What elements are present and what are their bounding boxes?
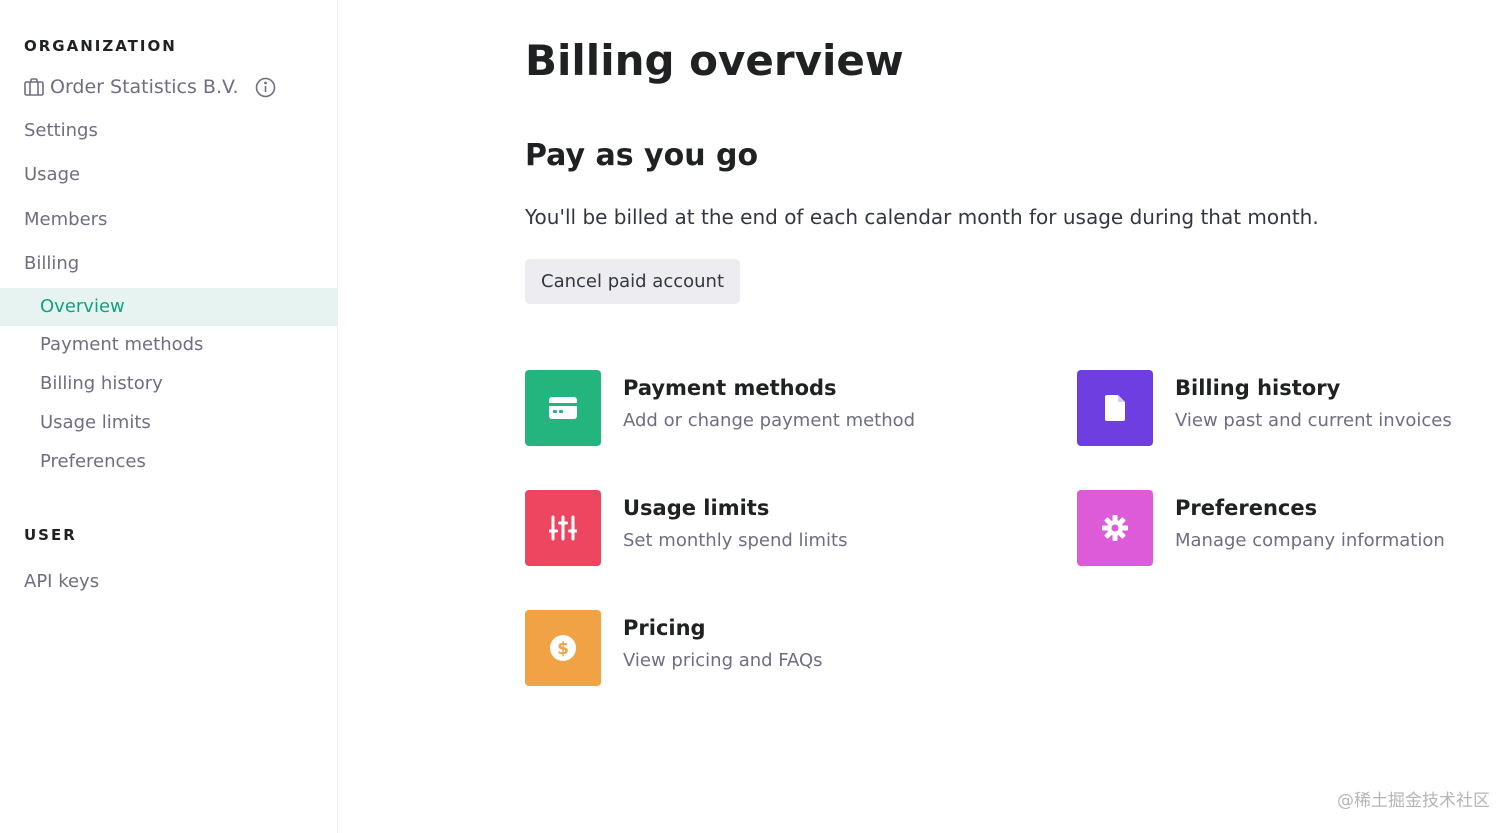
card-pricing[interactable]: $ Pricing View pricing and FAQs [525, 610, 823, 686]
organization-selector[interactable]: Order Statistics B.V. [24, 76, 276, 98]
card-preferences-title: Preferences [1175, 496, 1318, 520]
card-pricing-title: Pricing [623, 616, 706, 640]
card-payment-methods[interactable]: Payment methods Add or change payment me… [525, 370, 915, 446]
sidebar-subitem-payment-methods[interactable]: Payment methods [40, 334, 203, 355]
info-icon[interactable] [255, 77, 276, 98]
cancel-paid-account-button[interactable]: Cancel paid account [525, 259, 741, 304]
card-pricing-subtitle: View pricing and FAQs [623, 650, 823, 671]
card-payment-methods-subtitle: Add or change payment method [623, 410, 916, 431]
document-icon [1077, 370, 1153, 446]
card-usage-limits-subtitle: Set monthly spend limits [623, 530, 848, 551]
card-preferences[interactable]: Preferences Manage company information [1077, 490, 1445, 566]
svg-text:$: $ [557, 639, 569, 659]
user-heading: USER [24, 526, 77, 544]
credit-card-icon [525, 370, 601, 446]
sidebar-item-members[interactable]: Members [24, 209, 107, 230]
sidebar-subitem-overview-label: Overview [40, 296, 125, 317]
gear-icon [1077, 490, 1153, 566]
card-billing-history-title: Billing history [1175, 376, 1341, 400]
plan-description: You'll be billed at the end of each cale… [525, 205, 1319, 229]
sidebar: ORGANIZATION Order Statistics B.V. Setti… [0, 0, 338, 833]
card-billing-history-subtitle: View past and current invoices [1175, 410, 1452, 431]
sidebar-subitem-usage-limits[interactable]: Usage limits [40, 412, 151, 433]
sidebar-item-settings[interactable]: Settings [24, 120, 98, 141]
plan-title: Pay as you go [525, 138, 759, 173]
sidebar-item-billing[interactable]: Billing [24, 253, 79, 274]
sidebar-item-usage[interactable]: Usage [24, 164, 80, 185]
sidebar-item-api-keys[interactable]: API keys [24, 571, 99, 592]
card-billing-history[interactable]: Billing history View past and current in… [1077, 370, 1452, 446]
sidebar-subitem-overview[interactable]: Overview [0, 288, 338, 326]
dollar-icon: $ [525, 610, 601, 686]
organization-heading: ORGANIZATION [24, 37, 177, 55]
sidebar-subitem-billing-history[interactable]: Billing history [40, 373, 163, 394]
card-payment-methods-title: Payment methods [623, 376, 837, 400]
card-usage-limits-title: Usage limits [623, 496, 770, 520]
watermark: @稀土掘金技术社区 [1337, 791, 1490, 811]
sidebar-subitem-preferences[interactable]: Preferences [40, 451, 146, 472]
sliders-icon [525, 490, 601, 566]
organization-name: Order Statistics B.V. [50, 76, 239, 98]
briefcase-icon [24, 78, 44, 96]
card-usage-limits[interactable]: Usage limits Set monthly spend limits [525, 490, 847, 566]
card-preferences-subtitle: Manage company information [1175, 530, 1445, 551]
page-title: Billing overview [525, 36, 904, 85]
